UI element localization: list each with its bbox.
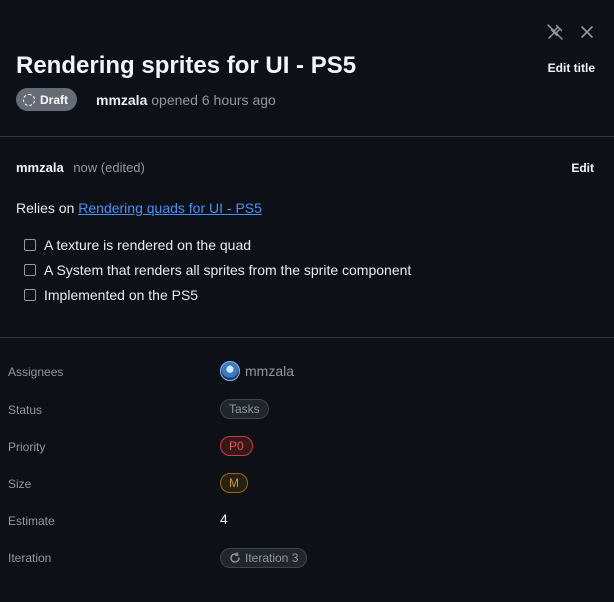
task-label: Implemented on the PS5 bbox=[44, 287, 199, 303]
iteration-value[interactable]: Iteration 3 bbox=[220, 548, 308, 568]
size-pill[interactable]: M bbox=[220, 473, 248, 493]
task-item: Implemented on the PS5 bbox=[24, 287, 198, 303]
size-label: Size bbox=[8, 477, 32, 491]
status-badge: Draft bbox=[16, 88, 78, 111]
iteration-pill[interactable]: Iteration 3 bbox=[220, 548, 308, 568]
avatar bbox=[220, 361, 240, 381]
author-link[interactable]: mmzala bbox=[96, 92, 147, 108]
task-label: A System that renders all sprites from t… bbox=[44, 262, 412, 278]
priority-pill[interactable]: P0 bbox=[220, 436, 253, 456]
comment-author[interactable]: mmzala bbox=[16, 160, 64, 175]
comment-header: mmzala now (edited) bbox=[16, 160, 145, 175]
close-icon[interactable] bbox=[577, 22, 597, 42]
divider bbox=[0, 136, 614, 137]
estimate-label: Estimate bbox=[8, 514, 55, 528]
relies-prefix: Relies on bbox=[16, 200, 75, 216]
divider bbox=[0, 337, 614, 338]
page-title: Rendering sprites for UI - PS5 bbox=[16, 52, 357, 79]
estimate-value[interactable]: 4 bbox=[220, 511, 228, 527]
assignees-value[interactable]: mmzala bbox=[220, 361, 294, 381]
task-item: A System that renders all sprites from t… bbox=[24, 262, 411, 278]
status-pill[interactable]: Tasks bbox=[220, 399, 269, 419]
status-label: Status bbox=[8, 403, 43, 417]
task-label: A texture is rendered on the quad bbox=[44, 237, 252, 253]
priority-value[interactable]: P0 bbox=[220, 436, 253, 456]
iteration-text: Iteration 3 bbox=[245, 551, 299, 565]
priority-label: Priority bbox=[8, 440, 46, 454]
status-value[interactable]: Tasks bbox=[220, 399, 269, 419]
opened-text: opened 6 hours ago bbox=[151, 92, 276, 108]
task-checkbox[interactable] bbox=[24, 289, 36, 301]
assignees-label: Assignees bbox=[8, 365, 64, 379]
opened-info: mmzala opened 6 hours ago bbox=[96, 92, 276, 108]
draft-icon bbox=[23, 93, 35, 106]
unpin-icon[interactable] bbox=[545, 22, 565, 42]
iteration-icon bbox=[230, 552, 240, 563]
comment-time[interactable]: now (edited) bbox=[73, 160, 145, 175]
assignee-name: mmzala bbox=[245, 363, 295, 379]
edit-comment-button[interactable]: Edit bbox=[571, 161, 594, 175]
size-value[interactable]: M bbox=[220, 473, 248, 493]
relies-line: Relies on Rendering quads for UI - PS5 bbox=[16, 200, 262, 216]
task-item: A texture is rendered on the quad bbox=[24, 237, 251, 253]
estimate-number: 4 bbox=[220, 511, 228, 527]
edit-title-button[interactable]: Edit title bbox=[548, 61, 595, 75]
status-badge-label: Draft bbox=[40, 92, 69, 107]
relies-link[interactable]: Rendering quads for UI - PS5 bbox=[78, 200, 262, 216]
task-checkbox[interactable] bbox=[24, 239, 36, 251]
task-checkbox[interactable] bbox=[24, 264, 36, 276]
iteration-label: Iteration bbox=[8, 551, 52, 565]
